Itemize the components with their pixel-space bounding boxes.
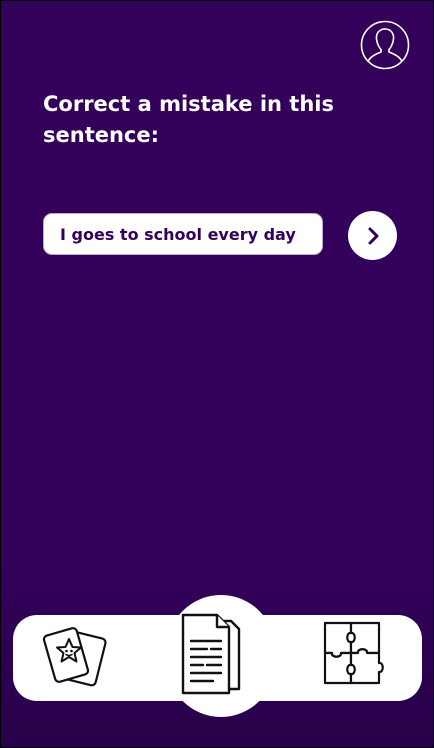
profile-button[interactable] [360,20,410,70]
puzzle-icon [323,621,384,685]
documents-icon [181,613,241,695]
exercise-prompt: Correct a mistake in this sentence: [43,92,334,147]
submit-button[interactable] [348,211,397,260]
nav-item-flashcards[interactable] [41,623,113,693]
nav-item-documents[interactable] [179,613,249,697]
chevron-right-icon [368,227,378,244]
nav-item-puzzle[interactable] [319,619,389,687]
flashcards-icon [42,627,107,687]
user-profile-icon [360,20,410,70]
app-screen: Correct a mistake in this sentence: [1,1,433,747]
sentence-input[interactable] [43,213,323,255]
